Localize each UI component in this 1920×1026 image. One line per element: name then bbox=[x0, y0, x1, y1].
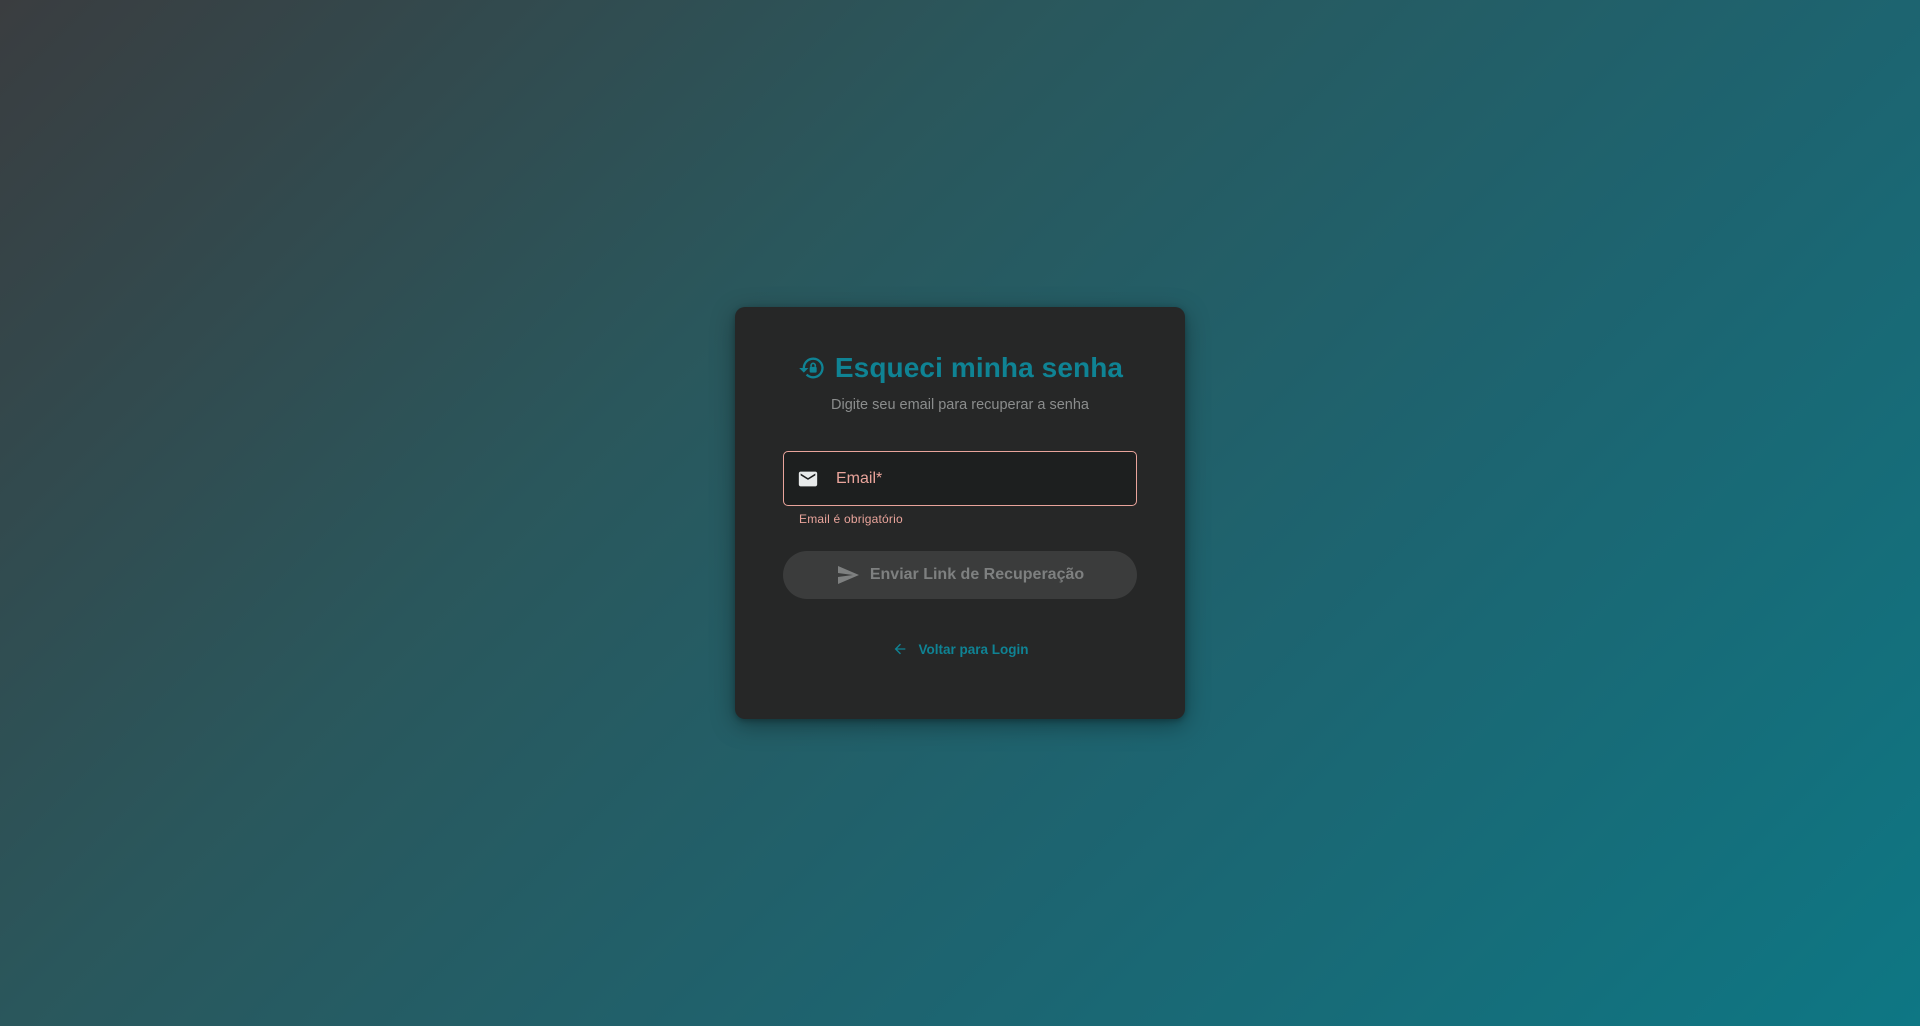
page-subtitle: Digite seu email para recuperar a senha bbox=[831, 397, 1089, 413]
back-to-login-link[interactable]: Voltar para Login bbox=[735, 640, 1185, 658]
email-error-message: Email é obrigatório bbox=[799, 512, 903, 526]
send-recovery-link-button[interactable]: Enviar Link de Recuperação bbox=[783, 551, 1137, 599]
lock-reset-icon bbox=[797, 353, 827, 383]
back-to-login-label: Voltar para Login bbox=[918, 641, 1029, 657]
page-title: Esqueci minha senha bbox=[834, 352, 1124, 383]
mail-icon bbox=[796, 467, 820, 491]
card-header: Esqueci minha senha bbox=[735, 352, 1185, 384]
forgot-password-card: Esqueci minha senha Digite seu email par… bbox=[735, 307, 1185, 719]
email-input[interactable] bbox=[820, 450, 1136, 507]
arrow-left-icon bbox=[891, 640, 909, 658]
send-recovery-link-label: Enviar Link de Recuperação bbox=[869, 566, 1085, 583]
email-field bbox=[783, 450, 1137, 507]
send-icon bbox=[836, 563, 860, 587]
